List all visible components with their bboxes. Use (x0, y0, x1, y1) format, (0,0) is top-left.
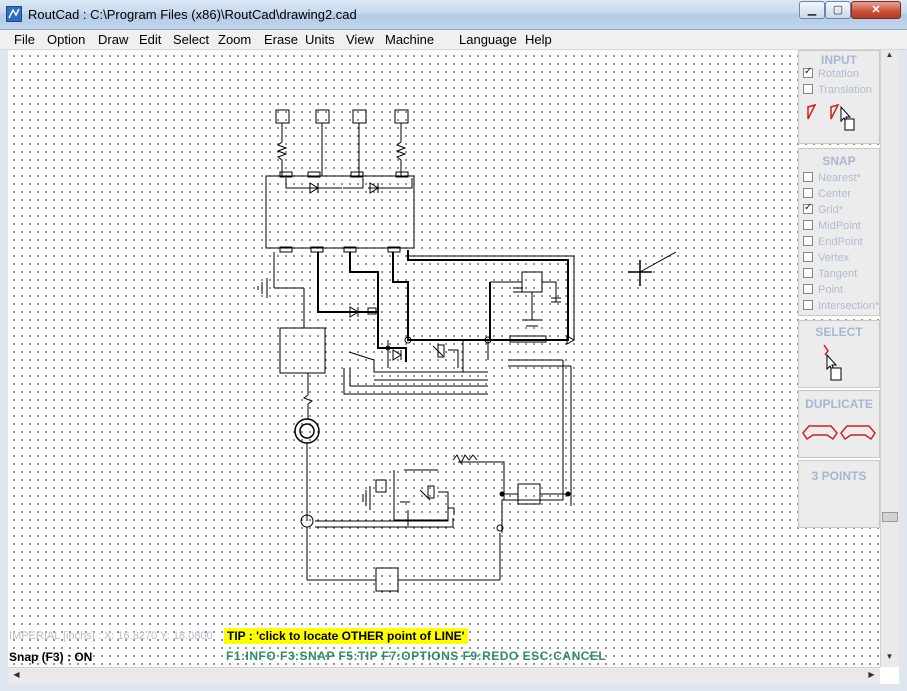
menu-language[interactable]: Language (459, 32, 517, 47)
select-panel[interactable]: SELECT (798, 320, 880, 388)
maximize-button[interactable]: ▢ (825, 1, 851, 19)
endpoint-checkbox[interactable] (803, 236, 813, 246)
snap-center-option[interactable]: Center (803, 188, 851, 202)
select-tool-icon[interactable] (819, 343, 849, 383)
grid-label: Grid* (818, 204, 844, 216)
endpoint-label: EndPoint (818, 236, 863, 248)
translation-label: Translation (818, 84, 873, 96)
snap-midpoint-option[interactable]: MidPoint (803, 220, 861, 234)
vertical-scrollbar[interactable]: ▲ ▼ (880, 50, 899, 667)
duplicate-tool-icon[interactable] (801, 421, 879, 443)
scroll-right-arrow-icon[interactable]: ▶ (863, 670, 880, 679)
drawing-canvas[interactable] (8, 50, 880, 667)
rotate-tool-icon[interactable] (807, 103, 817, 120)
three-points-panel-title: 3 POINTS (811, 469, 867, 483)
snap-vertex-option[interactable]: Vertex (803, 252, 849, 266)
center-label: Center (818, 188, 852, 200)
close-button[interactable]: ✕ (851, 1, 901, 19)
function-key-hints: F1:INFO F3:SNAP F5:TIP F7:OPTIONS F9:RED… (226, 649, 607, 663)
menu-draw[interactable]: Draw (98, 32, 128, 47)
menu-option[interactable]: Option (47, 32, 85, 47)
menu-file[interactable]: File (14, 32, 35, 47)
snap-endpoint-option[interactable]: EndPoint (803, 236, 863, 250)
menu-machine[interactable]: Machine (385, 32, 434, 47)
menu-select[interactable]: Select (173, 32, 209, 47)
rotation-checkbox[interactable] (803, 66, 813, 78)
point-label: Point (818, 284, 844, 296)
point-checkbox[interactable] (803, 284, 813, 294)
menu-help[interactable]: Help (525, 32, 552, 47)
menu-zoom[interactable]: Zoom (218, 32, 251, 47)
input-panel-title: INPUT (821, 53, 857, 67)
snap-panel-title: SNAP (822, 154, 856, 168)
snap-tangent-option[interactable]: Tangent (803, 268, 857, 282)
app-icon (6, 6, 22, 22)
window-title: RoutCad : C:\Program Files (x86)\RoutCad… (28, 7, 357, 22)
title-bar: RoutCad : C:\Program Files (x86)\RoutCad… (0, 0, 907, 30)
horizontal-scrollbar[interactable]: ◀ ▶ (8, 667, 880, 684)
menu-edit[interactable]: Edit (139, 32, 161, 47)
snap-panel: SNAP Nearest* Center Grid* MidPoint EndP… (798, 148, 880, 316)
three-points-panel[interactable]: 3 POINTS (798, 460, 880, 528)
grid-checkbox[interactable] (803, 202, 813, 214)
duplicate-panel[interactable]: DUPLICATE (798, 390, 880, 458)
snap-nearest-option[interactable]: Nearest* (803, 172, 861, 186)
duplicate-panel-title: DUPLICATE (805, 397, 873, 411)
input-panel: INPUT Rotation Translation (798, 50, 880, 144)
scroll-down-arrow-icon[interactable]: ▼ (881, 652, 898, 661)
snap-point-option[interactable]: Point (803, 284, 843, 298)
center-checkbox[interactable] (803, 188, 813, 198)
menu-units[interactable]: Units (305, 32, 335, 47)
rotation-label: Rotation (818, 68, 859, 80)
input-mode-icons (807, 103, 855, 131)
menu-erase[interactable]: Erase (264, 32, 298, 47)
snap-grid-option[interactable]: Grid* (803, 202, 844, 218)
translation-checkbox[interactable] (803, 84, 813, 94)
menu-bar: File Option Draw Edit Select Zoom Erase … (0, 30, 907, 50)
minimize-button[interactable]: ▁ (799, 1, 825, 19)
nearest-label: Nearest* (818, 172, 861, 184)
tangent-label: Tangent (818, 268, 858, 280)
menu-view[interactable]: View (346, 32, 374, 47)
vertex-checkbox[interactable] (803, 252, 813, 262)
select-panel-title: SELECT (815, 325, 863, 339)
schematic-drawing (257, 109, 677, 592)
nearest-checkbox[interactable] (803, 172, 813, 182)
window-frame-bottom (0, 684, 907, 691)
snap-intersection-option[interactable]: Intersection* (803, 300, 879, 314)
window-frame-left (0, 50, 8, 691)
input-translation-option[interactable]: Translation (803, 84, 872, 98)
scroll-left-arrow-icon[interactable]: ◀ (8, 670, 25, 679)
intersection-label: Intersection* (818, 300, 880, 312)
midpoint-label: MidPoint (818, 220, 861, 232)
vertical-scroll-thumb[interactable] (882, 512, 898, 522)
window-frame-right (899, 50, 907, 691)
translate-tool-icon[interactable] (830, 103, 855, 131)
coordinates-readout: IMPERIAL [inchs] : X: 16.8270 Y: 18.0800 (9, 630, 213, 642)
tip-banner: TIP : 'click to locate OTHER point of LI… (224, 628, 468, 644)
tangent-checkbox[interactable] (803, 268, 813, 278)
intersection-checkbox[interactable] (803, 300, 813, 310)
snap-status: Snap (F3) : ON (9, 650, 93, 664)
input-rotation-option[interactable]: Rotation (803, 66, 859, 82)
midpoint-checkbox[interactable] (803, 220, 813, 230)
scroll-up-arrow-icon[interactable]: ▲ (881, 50, 898, 59)
vertex-label: Vertex (818, 252, 850, 264)
